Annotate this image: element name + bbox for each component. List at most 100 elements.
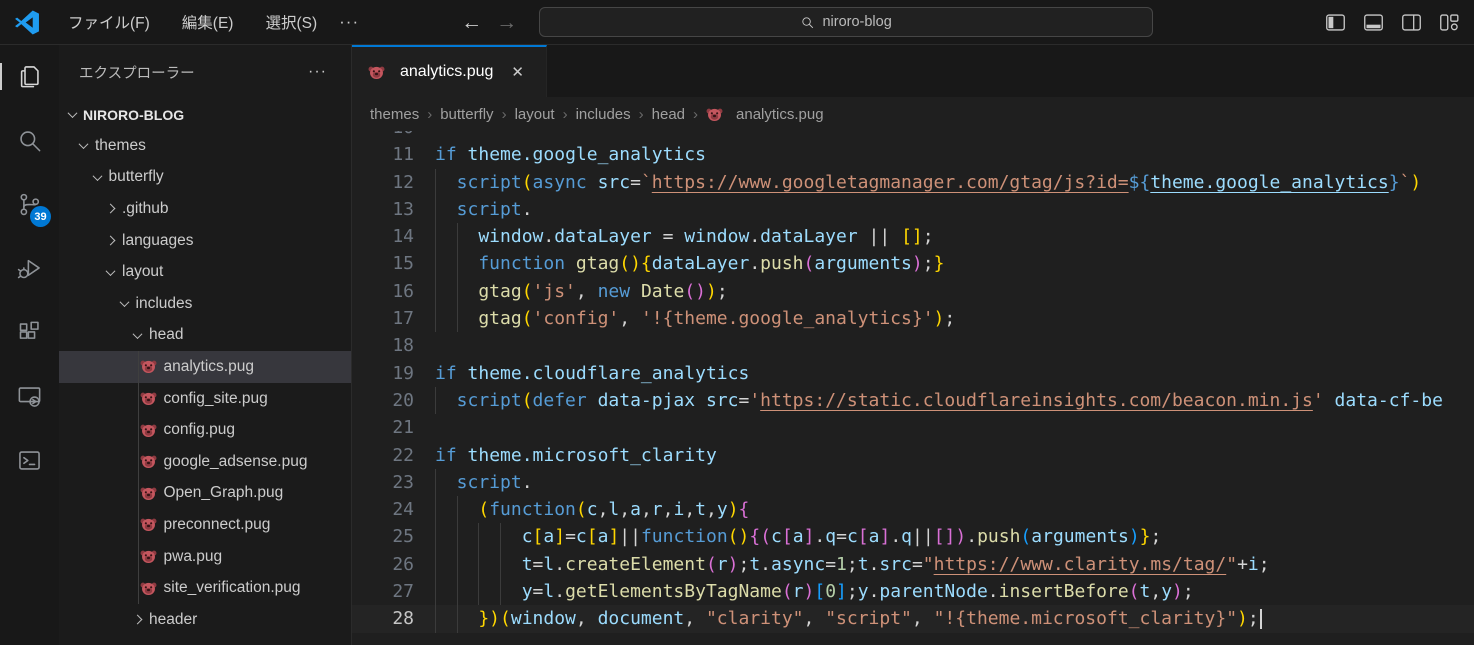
indent-guide bbox=[435, 250, 457, 277]
indent-guide bbox=[435, 196, 457, 223]
code-line-22[interactable]: 22if theme.microsoft_clarity bbox=[352, 442, 1474, 469]
chevron-down-icon bbox=[133, 329, 143, 339]
code-line-27[interactable]: 27y=l.getElementsByTagName(r)[0];y.paren… bbox=[352, 578, 1474, 605]
indent-guide bbox=[435, 578, 457, 605]
line-content: c[a]=c[a]||function(){(c[a].q=c[a].q||[]… bbox=[435, 523, 1474, 550]
tree-item-languages[interactable]: languages bbox=[59, 225, 351, 257]
code-line-19[interactable]: 19if theme.cloudflare_analytics bbox=[352, 360, 1474, 387]
breadcrumb-item-includes[interactable]: includes bbox=[576, 106, 631, 123]
tab-analytics-pug[interactable]: analytics.pug ✕ bbox=[352, 45, 547, 97]
indent-guide bbox=[435, 169, 457, 196]
layout-controls bbox=[1325, 12, 1460, 33]
tree-item-analytics.pug[interactable]: analytics.pug bbox=[59, 351, 351, 383]
pug-file-icon bbox=[706, 106, 723, 123]
line-content: if theme.google_analytics bbox=[435, 141, 1474, 168]
breadcrumb-item-head[interactable]: head bbox=[652, 106, 685, 123]
tree-item-label: analytics.pug bbox=[164, 358, 254, 376]
menu-item-0[interactable]: ファイル(F) bbox=[56, 6, 162, 38]
tree-item-site_verification.pug[interactable]: site_verification.pug bbox=[59, 572, 351, 604]
code-line-21[interactable]: 21 bbox=[352, 414, 1474, 441]
tree-item-.github[interactable]: .github bbox=[59, 193, 351, 225]
breadcrumb-item-analytics.pug[interactable]: analytics.pug bbox=[706, 106, 824, 123]
code-line-17[interactable]: 17gtag('config', '!{theme.google_analyti… bbox=[352, 305, 1474, 332]
customize-layout-icon[interactable] bbox=[1439, 12, 1460, 33]
run-debug-icon[interactable] bbox=[0, 255, 59, 282]
breadcrumb-item-butterfly[interactable]: butterfly bbox=[440, 106, 493, 123]
remote-explorer-icon[interactable] bbox=[0, 383, 59, 410]
tree-item-label: languages bbox=[122, 232, 194, 250]
code-line-11[interactable]: 11if theme.google_analytics bbox=[352, 141, 1474, 168]
explorer-icon[interactable] bbox=[0, 63, 59, 90]
extensions-icon[interactable] bbox=[0, 319, 59, 346]
line-content bbox=[435, 131, 1474, 141]
code-line-26[interactable]: 26t=l.createElement(r);t.async=1;t.src="… bbox=[352, 551, 1474, 578]
indent-guide bbox=[457, 578, 479, 605]
tree-item-head[interactable]: head bbox=[59, 320, 351, 352]
tree-item-config.pug[interactable]: config.pug bbox=[59, 414, 351, 446]
command-center-search[interactable]: niroro-blog bbox=[539, 7, 1153, 37]
workspace-root-row[interactable]: NIRORO-BLOG bbox=[59, 99, 351, 130]
indent-guide bbox=[500, 578, 522, 605]
chevron-right-icon: › bbox=[502, 106, 507, 123]
breadcrumb-item-themes[interactable]: themes bbox=[370, 106, 419, 123]
tree-item-layout[interactable]: layout bbox=[59, 256, 351, 288]
chevron-down-icon bbox=[68, 108, 78, 118]
indent-guide bbox=[435, 469, 457, 496]
toggle-panel-icon[interactable] bbox=[1363, 12, 1384, 33]
pug-file-icon bbox=[140, 422, 157, 439]
code-line-23[interactable]: 23script. bbox=[352, 469, 1474, 496]
toggle-secondary-sidebar-icon[interactable] bbox=[1401, 12, 1422, 33]
code-line-13[interactable]: 13script. bbox=[352, 196, 1474, 223]
code-line-10[interactable]: 10 bbox=[352, 131, 1474, 141]
search-view-icon[interactable] bbox=[0, 127, 59, 154]
code-line-28[interactable]: 28})(window, document, "clarity", "scrip… bbox=[352, 605, 1474, 632]
tree-item-themes[interactable]: themes bbox=[59, 130, 351, 162]
menu-item-1[interactable]: 編集(E) bbox=[170, 6, 246, 38]
indent-guide bbox=[435, 305, 457, 332]
line-number: 14 bbox=[352, 223, 414, 250]
code-line-25[interactable]: 25c[a]=c[a]||function(){(c[a].q=c[a].q||… bbox=[352, 523, 1474, 550]
toggle-primary-sidebar-icon[interactable] bbox=[1325, 12, 1346, 33]
tree-indent-guide bbox=[138, 383, 139, 415]
code-line-18[interactable]: 18 bbox=[352, 332, 1474, 359]
chevron-down-icon bbox=[106, 266, 116, 276]
code-line-24[interactable]: 24(function(c,l,a,r,i,t,y){ bbox=[352, 496, 1474, 523]
breadcrumb-item-layout[interactable]: layout bbox=[515, 106, 555, 123]
line-number: 21 bbox=[352, 414, 414, 441]
indent-guide bbox=[435, 223, 457, 250]
tree-item-Open_Graph.pug[interactable]: Open_Graph.pug bbox=[59, 478, 351, 510]
line-content bbox=[435, 332, 1474, 359]
tree-item-header[interactable]: header bbox=[59, 604, 351, 636]
source-control-icon[interactable]: 39 bbox=[0, 191, 59, 218]
code-line-16[interactable]: 16gtag('js', new Date()); bbox=[352, 278, 1474, 305]
code-line-12[interactable]: 12script(async src=`https://www.googleta… bbox=[352, 169, 1474, 196]
menu-overflow-button[interactable]: ··· bbox=[329, 8, 369, 36]
tree-item-config_site.pug[interactable]: config_site.pug bbox=[59, 383, 351, 415]
tree-indent-guide bbox=[138, 509, 139, 541]
breadcrumb-label: analytics.pug bbox=[736, 106, 824, 123]
code-line-15[interactable]: 15function gtag(){dataLayer.push(argumen… bbox=[352, 250, 1474, 277]
line-content: if theme.cloudflare_analytics bbox=[435, 360, 1474, 387]
menu-item-2[interactable]: 選択(S) bbox=[253, 6, 329, 38]
terminal-view-icon[interactable] bbox=[0, 447, 59, 474]
indent-guide bbox=[457, 605, 479, 632]
line-content: })(window, document, "clarity", "script"… bbox=[435, 605, 1474, 632]
tree-item-google_adsense.pug[interactable]: google_adsense.pug bbox=[59, 446, 351, 478]
editor-group: analytics.pug ✕ themes›butterfly›layout›… bbox=[352, 45, 1474, 645]
code-line-14[interactable]: 14window.dataLayer = window.dataLayer ||… bbox=[352, 223, 1474, 250]
tab-label: analytics.pug bbox=[400, 63, 493, 81]
tree-item-pwa.pug[interactable]: pwa.pug bbox=[59, 541, 351, 573]
tree-item-butterfly[interactable]: butterfly bbox=[59, 162, 351, 194]
tree-item-preconnect.pug[interactable]: preconnect.pug bbox=[59, 509, 351, 541]
line-content: t=l.createElement(r);t.async=1;t.src="ht… bbox=[435, 551, 1474, 578]
forward-arrow-icon[interactable]: → bbox=[496, 12, 517, 33]
tree-item-includes[interactable]: includes bbox=[59, 288, 351, 320]
sidebar-more-actions-button[interactable]: ··· bbox=[308, 63, 327, 81]
search-icon bbox=[800, 15, 815, 30]
code-line-20[interactable]: 20script(defer data-pjax src='https://st… bbox=[352, 387, 1474, 414]
close-icon[interactable]: ✕ bbox=[511, 63, 524, 81]
indent-guide bbox=[478, 551, 500, 578]
back-arrow-icon[interactable]: ← bbox=[461, 12, 482, 33]
tree-indent-guide bbox=[138, 572, 139, 604]
code-editor[interactable]: 1011if theme.google_analytics12script(as… bbox=[352, 131, 1474, 645]
